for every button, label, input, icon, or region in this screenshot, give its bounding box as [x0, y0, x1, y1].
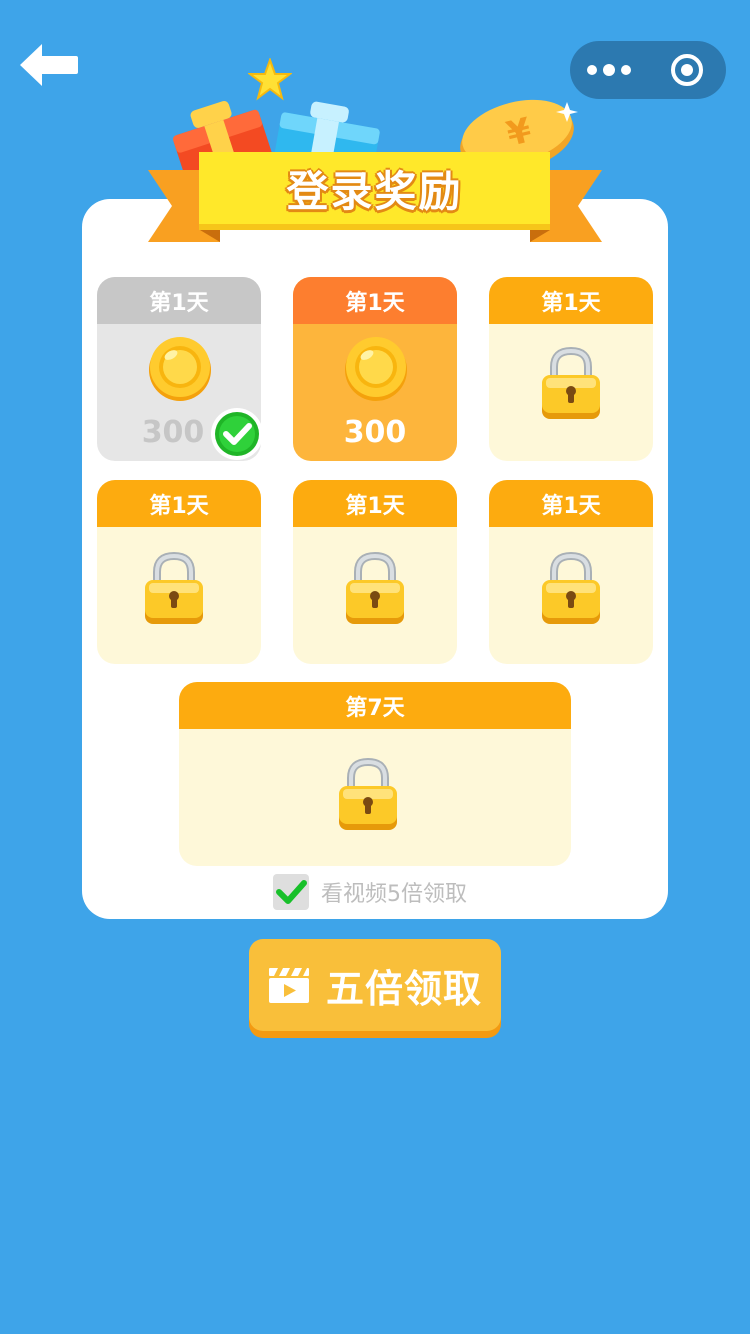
day-label: 第1天: [293, 277, 457, 324]
coin-amount: 300: [343, 415, 407, 450]
target-close-icon[interactable]: [648, 41, 726, 99]
back-arrow-icon: [20, 44, 78, 86]
day-label: 第7天: [179, 682, 571, 729]
check-badge-icon: [211, 408, 263, 460]
checkmark-icon: [276, 880, 307, 904]
clapperboard-icon: [268, 968, 309, 1003]
page-title: 登录奖励: [286, 166, 463, 216]
day-label: 第1天: [489, 277, 653, 324]
lock-icon: [145, 551, 203, 624]
day-card-locked[interactable]: 第1天: [97, 480, 261, 664]
more-dots-icon[interactable]: [570, 41, 648, 99]
watch-video-checkbox[interactable]: 看视频5倍领取: [273, 874, 467, 910]
lock-icon: [542, 346, 600, 419]
lock-icon: [346, 551, 404, 624]
coin-icon: [149, 337, 211, 401]
day-label: 第1天: [97, 277, 261, 324]
day-label: 第1天: [489, 480, 653, 527]
title-ribbon: 登录奖励: [199, 152, 550, 230]
claim-button-label: 五倍领取: [325, 966, 482, 1011]
day-label: 第1天: [97, 480, 261, 527]
coin-icon: [345, 337, 407, 401]
day-card-locked[interactable]: 第1天: [489, 480, 653, 664]
watch-video-label: 看视频5倍领取: [321, 882, 467, 907]
day-label: 第1天: [293, 480, 457, 527]
day-card-day7[interactable]: 第7天: [179, 682, 571, 866]
mini-program-capsule: [570, 41, 726, 99]
day-card-locked[interactable]: 第1天: [293, 480, 457, 664]
lock-icon: [542, 551, 600, 624]
day-card-locked[interactable]: 第1天: [489, 277, 653, 461]
lock-icon: [339, 757, 397, 830]
claim-5x-button[interactable]: 五倍领取: [249, 939, 501, 1031]
day-card-current[interactable]: 第1天 300: [293, 277, 457, 461]
star-icon: [248, 58, 292, 101]
back-button[interactable]: [18, 42, 80, 88]
checkbox[interactable]: [273, 874, 309, 910]
